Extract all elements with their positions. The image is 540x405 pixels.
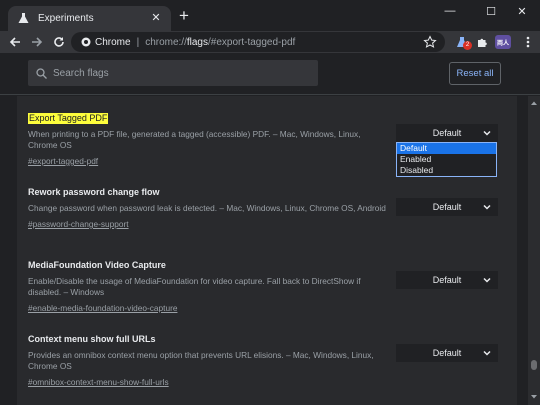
scroll-down-arrow-icon[interactable]: [530, 393, 538, 401]
experiment-title: Export Tagged PDF: [28, 113, 109, 124]
select-dropdown-list: Default Enabled Disabled: [396, 142, 497, 177]
url-host: flags: [186, 36, 208, 48]
experiment-password-change: Rework password change flow Change passw…: [28, 182, 388, 232]
extensions-menu-button[interactable]: [475, 35, 489, 49]
experiment-export-tagged-pdf: Export Tagged PDF When printing to a PDF…: [28, 108, 388, 169]
dropdown-option-enabled[interactable]: Enabled: [397, 154, 496, 165]
scroll-up-arrow-icon[interactable]: [530, 99, 538, 107]
new-tab-button[interactable]: +: [176, 7, 192, 24]
address-bar[interactable]: Chrome | chrome://flags/#export-tagged-p…: [71, 32, 445, 52]
flags-header: Reset all: [0, 53, 540, 95]
tab-close-icon[interactable]: ✕: [149, 11, 163, 25]
search-box[interactable]: [28, 60, 318, 86]
experiment-description: When printing to a PDF file, generated a…: [28, 129, 361, 150]
address-separator: |: [136, 36, 140, 48]
chevron-down-icon: [483, 277, 491, 283]
puzzle-piece-icon: [478, 38, 487, 47]
extension-button[interactable]: 2: [455, 35, 472, 50]
select-value: Default: [432, 348, 462, 358]
back-button[interactable]: [7, 34, 23, 50]
experiment-select-media-foundation[interactable]: Default: [396, 271, 498, 289]
tab-title: Experiments: [38, 13, 94, 24]
chevron-down-icon: [483, 350, 491, 356]
browser-toolbar: Chrome | chrome://flags/#export-tagged-p…: [0, 31, 540, 53]
url-scheme: chrome://: [145, 36, 187, 48]
experiment-description: Enable/Disable the usage of MediaFoundat…: [28, 276, 361, 297]
dropdown-option-default[interactable]: Default: [397, 143, 496, 154]
experiment-select-context-menu-urls[interactable]: Default: [396, 344, 498, 362]
tab-experiments[interactable]: Experiments ✕: [8, 6, 171, 31]
experiment-link[interactable]: #omnibox-context-menu-show-full-urls: [28, 377, 169, 387]
url-path: /#export-tagged-pdf: [208, 36, 296, 48]
chevron-down-icon: [483, 204, 491, 210]
search-input[interactable]: [53, 67, 303, 79]
forward-arrow-icon: [32, 37, 43, 47]
title-bar: Experiments ✕ + — ☐ ✕: [0, 0, 540, 31]
back-arrow-icon: [9, 37, 20, 47]
dropdown-option-disabled[interactable]: Disabled: [397, 165, 496, 176]
experiment-title: MediaFoundation Video Capture: [28, 260, 166, 270]
experiment-description: Provides an omnibox context menu option …: [28, 350, 374, 371]
chevron-down-icon: [483, 130, 491, 136]
chrome-logo-icon: [81, 37, 91, 47]
bookmark-star-icon[interactable]: [423, 35, 437, 49]
experiment-link[interactable]: #export-tagged-pdf: [28, 156, 98, 166]
experiment-select-export-tagged-pdf[interactable]: Default: [396, 124, 498, 142]
menu-button[interactable]: [521, 35, 535, 49]
experiment-link[interactable]: #password-change-support: [28, 219, 129, 229]
chrome-label: Chrome: [95, 36, 131, 48]
search-icon: [36, 67, 47, 79]
experiment-title: Context menu show full URLs: [28, 334, 156, 344]
experiment-select-password-change[interactable]: Default: [396, 198, 498, 216]
experiment-context-menu-urls: Context menu show full URLs Provides an …: [28, 329, 388, 390]
forward-button[interactable]: [29, 34, 45, 50]
extension-badge: 2: [463, 41, 472, 50]
flask-icon: [17, 13, 29, 25]
more-vert-icon: [526, 36, 530, 48]
close-window-button[interactable]: ✕: [504, 0, 540, 22]
scrollbar[interactable]: [528, 96, 540, 405]
reload-icon: [54, 37, 64, 47]
profile-avatar[interactable]: 両人: [495, 35, 511, 49]
experiment-link[interactable]: #enable-media-foundation-video-capture: [28, 303, 177, 313]
select-value: Default: [432, 128, 462, 138]
select-value: Default: [432, 275, 462, 285]
experiment-media-foundation: MediaFoundation Video Capture Enable/Dis…: [28, 255, 388, 316]
reload-button[interactable]: [51, 34, 67, 50]
experiment-description: Change password when password leak is de…: [28, 203, 386, 213]
reset-all-button[interactable]: Reset all: [449, 62, 501, 85]
select-value: Default: [432, 202, 462, 212]
experiment-title: Rework password change flow: [28, 187, 160, 197]
scroll-thumb[interactable]: [531, 360, 537, 370]
minimize-button[interactable]: —: [432, 0, 468, 22]
